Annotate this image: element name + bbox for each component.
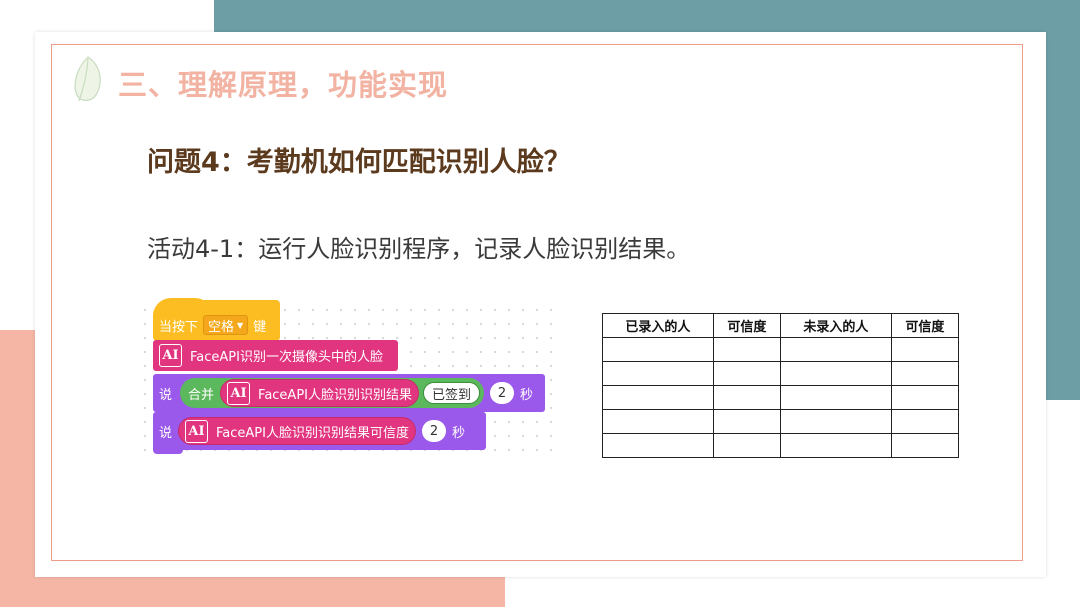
ai-icon: AI [159,344,182,367]
activity-text: 活动4-1：运行人脸识别程序，记录人脸识别结果。 [147,235,691,263]
key-dropdown: 空格 ▼ [203,315,249,335]
table-row [602,337,960,362]
seconds-unit: 秒 [520,387,534,403]
recognize-text: FaceAPI识别一次摄像头中的人脸 [190,350,383,365]
table-cell[interactable] [890,385,960,410]
ai-icon: AI [227,381,251,405]
table-cell[interactable] [712,361,781,386]
table-row [602,385,960,410]
say-join-block: 说 合并 AI FaceAPI人脸识别识别结果 已签到 2 秒 [153,374,545,412]
table-cell[interactable] [890,361,960,386]
table-cell[interactable] [779,385,892,410]
table-cell[interactable] [602,385,714,410]
table-cell[interactable] [890,337,960,362]
header-unenrolled-person: 未录入的人 [779,313,892,338]
table-cell[interactable] [602,361,714,386]
question-heading: 问题4：考勤机如何匹配识别人脸？ [147,147,571,178]
signed-in-text-input: 已签到 [423,382,481,404]
table-row [602,361,960,386]
chevron-down-icon: ▼ [237,320,244,330]
table-cell[interactable] [779,409,892,434]
face-result-text: FaceAPI人脸识别识别结果 [258,387,412,403]
leaf-icon [74,56,101,102]
table-header-row: 已录入的人 可信度 未录入的人 可信度 [602,313,960,338]
confidence-text: FaceAPI人脸识别识别结果可信度 [216,425,409,441]
section-title: 三、理解原理，功能实现 [118,68,449,102]
seconds-unit: 秒 [451,425,465,441]
table-cell[interactable] [890,409,960,434]
block-stack-bottom [153,448,183,454]
table-cell[interactable] [712,385,781,410]
say-verb: 说 [159,387,173,403]
join-reporter: 合并 AI FaceAPI人脸识别识别结果 已签到 [180,378,485,408]
face-result-reporter: AI FaceAPI人脸识别识别结果 [220,379,419,407]
seconds-input: 2 [490,382,515,404]
header-confidence-1: 可信度 [712,313,781,338]
table-cell[interactable] [712,337,781,362]
table-cell[interactable] [602,433,714,458]
table-cell[interactable] [779,433,892,458]
table-row [602,409,960,434]
hat-suffix: 键 [253,320,267,335]
when-key-pressed-block: 当按下 空格 ▼ 键 [153,300,280,341]
key-dropdown-value: 空格 [208,319,235,335]
say-verb: 说 [159,425,173,441]
join-label: 合并 [188,387,215,403]
table-row [602,433,960,458]
table-cell[interactable] [779,337,892,362]
header-enrolled-person: 已录入的人 [602,313,714,338]
hat-prefix: 当按下 [159,320,199,335]
face-confidence-reporter: AI FaceAPI人脸识别识别结果可信度 [178,417,416,445]
table-cell[interactable] [602,337,714,362]
table-cell[interactable] [712,433,781,458]
header-confidence-2: 可信度 [890,313,960,338]
table-cell[interactable] [890,433,960,458]
table-cell[interactable] [779,361,892,386]
face-recognize-block: AI FaceAPI识别一次摄像头中的人脸 [153,340,398,371]
table-cell[interactable] [712,409,781,434]
say-confidence-block: 说 AI FaceAPI人脸识别识别结果可信度 2 秒 [153,412,486,450]
table-cell[interactable] [602,409,714,434]
seconds-input: 2 [421,420,446,442]
recognition-results-table: 已录入的人 可信度 未录入的人 可信度 [602,313,960,458]
ai-icon: AI [185,419,209,443]
